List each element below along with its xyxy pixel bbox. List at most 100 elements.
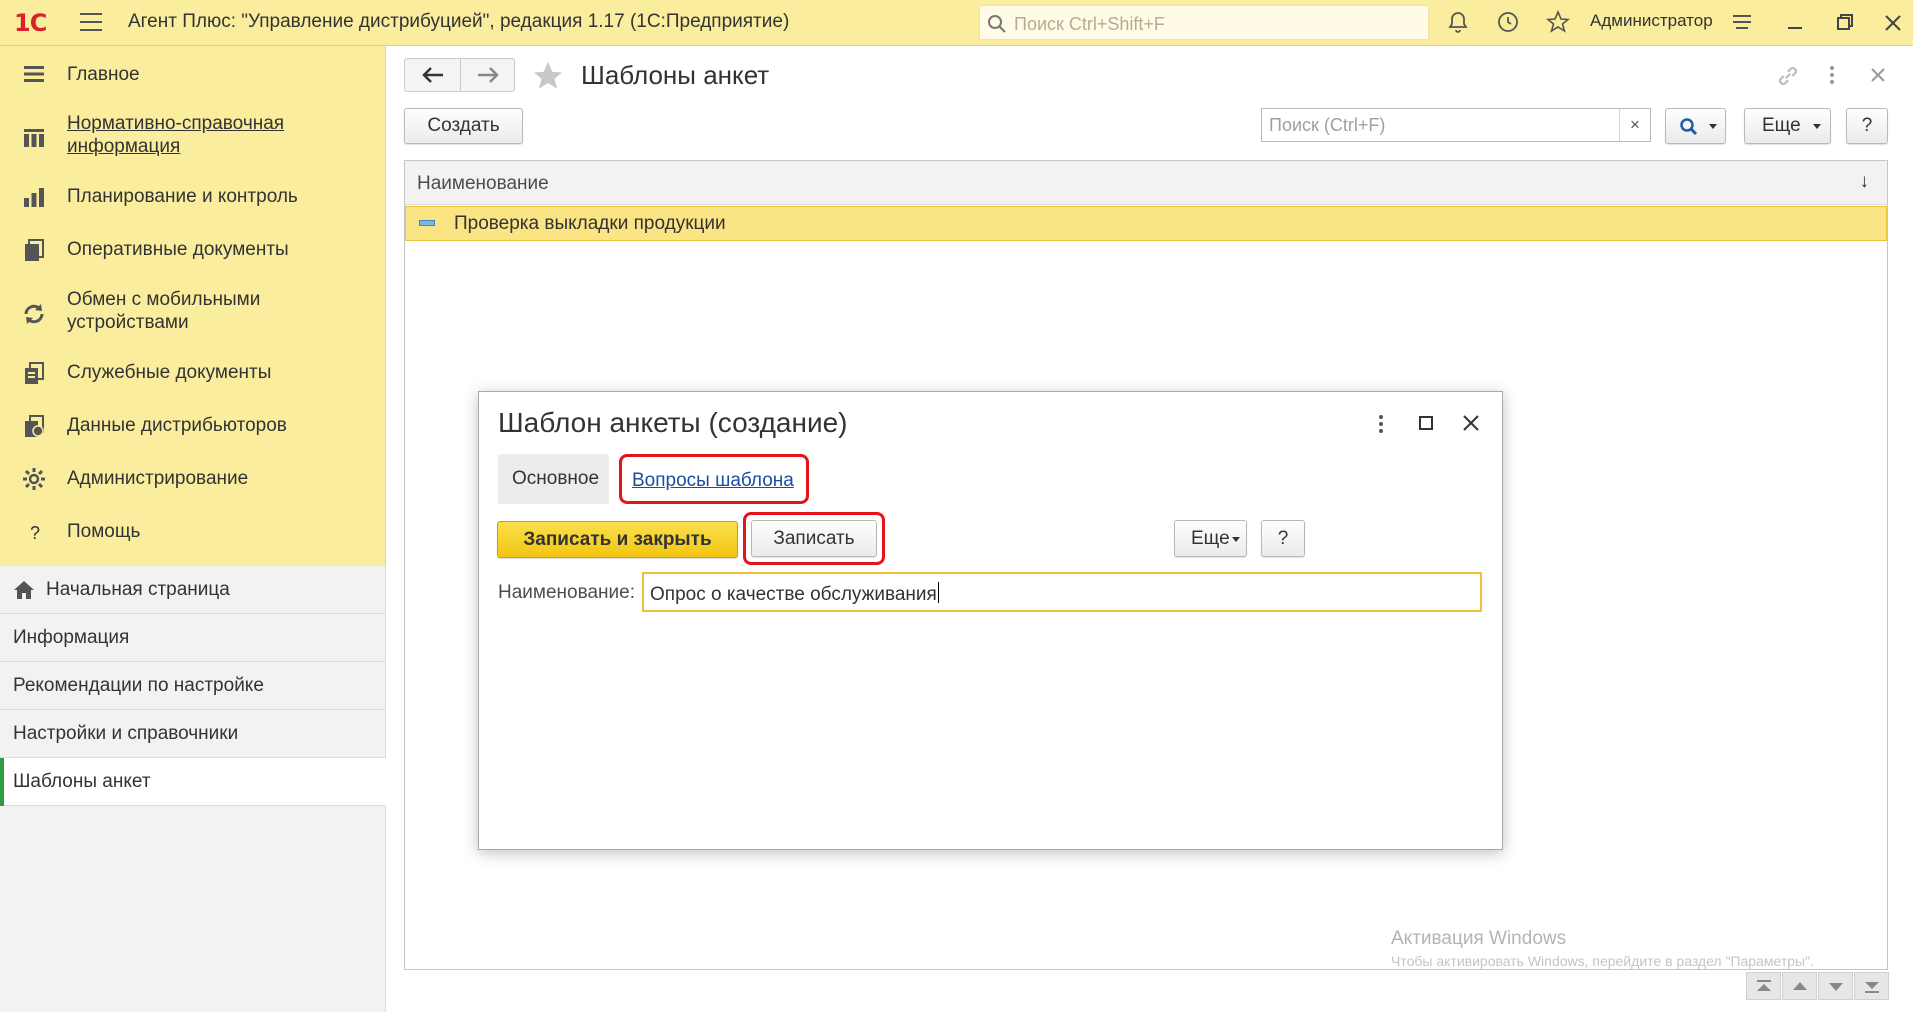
sync-icon [24,304,44,324]
forward-button[interactable] [461,59,516,91]
scroll-top-icon [1757,980,1771,991]
global-search-input[interactable]: Поиск Ctrl+Shift+F [979,5,1429,40]
name-value: Опрос о качестве обслуживания [650,584,937,605]
section-label: Помощь [67,521,141,542]
more-vert-icon[interactable] [1825,63,1839,87]
page-title: Шаблоны анкет [581,60,770,90]
chevron-down-icon [1709,124,1717,129]
scroll-bottom-button[interactable] [1854,972,1889,1000]
section-service-docs[interactable]: Служебные документы [0,358,386,388]
minimize-icon[interactable] [1785,10,1805,34]
close-icon[interactable] [1883,10,1903,34]
nav-label: Шаблоны анкет [13,771,151,792]
name-field[interactable]: Опрос о качестве обслуживания [642,572,1482,612]
restore-icon[interactable] [1835,10,1855,34]
more-vert-icon[interactable] [1374,412,1388,436]
settings-lines-icon[interactable] [1730,10,1754,34]
arrow-right-icon [478,67,499,83]
section-label: Оперативные документы [67,239,289,260]
nav-home-page[interactable]: Начальная страница [0,566,386,614]
section-help[interactable]: ? Помощь [0,517,386,547]
nav-setup-recommendations[interactable]: Рекомендации по настройке [0,662,386,710]
star-icon[interactable] [1546,10,1570,34]
more-label: Еще [1191,528,1230,549]
section-label: Служебные документы [67,362,272,383]
1c-logo[interactable]: 1С [14,9,47,37]
menu-icon[interactable] [80,13,102,31]
list-more-button[interactable]: Еще [1744,108,1831,144]
scroll-top-button[interactable] [1746,972,1781,1000]
close-icon[interactable] [1462,414,1480,432]
distributor-data-icon [25,415,44,437]
gear-icon [23,468,45,490]
section-reference-info[interactable]: Нормативно-справочная информация [0,112,386,162]
dialog-more-button[interactable]: Еще [1174,520,1247,557]
row-name: Проверка выкладки продукции [454,213,726,234]
survey-template-dialog: Шаблон анкеты (создание) Основное Вопрос… [478,391,1503,850]
nav-label: Рекомендации по настройке [13,675,264,696]
scroll-bottom-icon [1865,982,1879,993]
list-search-input[interactable]: Поиск (Ctrl+F) × [1261,108,1651,142]
dialog-title: Шаблон анкеты (создание) [498,407,848,438]
history-nav [404,58,515,92]
home-icon [14,581,34,599]
save-and-close-button[interactable]: Записать и закрыть [497,521,738,558]
scroll-buttons [1746,972,1890,1000]
tab-label: Основное [512,468,600,489]
tab-main[interactable]: Основное [498,454,609,504]
table-header[interactable]: Наименование ↓ [405,161,1887,205]
bar-chart-icon [24,188,44,207]
question-icon: ? [30,523,40,543]
tab-label: Вопросы шаблона [632,470,794,491]
nav-settings-catalogs[interactable]: Настройки и справочники [0,710,386,758]
sections-panel: Главное Нормативно-справочная информация… [0,46,386,566]
section-main[interactable]: Главное [0,60,386,90]
scroll-down-button[interactable] [1818,972,1853,1000]
save-button[interactable]: Записать [751,520,877,557]
section-label: Нормативно-справочная информация [67,113,285,157]
section-operational-docs[interactable]: Оперативные документы [0,235,386,265]
lines-icon [24,66,44,82]
list-help-button[interactable]: ? [1846,108,1888,144]
search-options-button[interactable] [1665,108,1726,144]
table-row[interactable]: Проверка выкладки продукции [405,206,1887,241]
section-label: Главное [67,64,140,85]
list-search-placeholder: Поиск (Ctrl+F) [1269,115,1386,135]
search-icon [988,15,1006,33]
bell-icon[interactable] [1446,10,1470,34]
clear-search-button[interactable]: × [1619,109,1650,141]
user-name[interactable]: Администратор [1590,11,1713,31]
grid-icon [24,129,44,147]
nav-survey-templates[interactable]: Шаблоны анкет [0,758,386,806]
nav-label: Начальная страница [46,579,230,600]
section-planning[interactable]: Планирование и контроль [0,182,386,212]
section-administration[interactable]: Администрирование [0,464,386,494]
link-icon[interactable] [1775,63,1801,89]
top-bar: 1С Агент Плюс: "Управление дистрибуцией"… [0,0,1913,46]
activation-watermark-title: Активация Windows [1391,928,1567,949]
scroll-up-icon [1793,982,1807,990]
scroll-down-icon [1829,983,1843,991]
service-docs-icon [25,362,44,384]
section-mobile-exchange[interactable]: Обмен с мобильными устройствами [0,288,386,338]
scroll-up-button[interactable] [1782,972,1817,1000]
back-button[interactable] [405,59,460,91]
chevron-down-icon [1813,124,1821,129]
tab-template-questions[interactable]: Вопросы шаблона [619,454,809,504]
favorite-star-icon[interactable] [530,59,566,93]
more-label: Еще [1762,115,1801,136]
nav-information[interactable]: Информация [0,614,386,662]
maximize-icon[interactable] [1417,414,1435,432]
section-distributor-data[interactable]: Данные дистрибьюторов [0,411,386,441]
history-icon[interactable] [1496,10,1520,34]
create-button[interactable]: Создать [404,108,523,144]
global-search-placeholder: Поиск Ctrl+Shift+F [1014,14,1165,34]
chevron-down-icon [1232,537,1240,542]
section-label: Данные дистрибьюторов [67,415,287,436]
activation-watermark-text: Чтобы активировать Windows, перейдите в … [1391,953,1814,969]
dialog-help-button[interactable]: ? [1261,520,1305,557]
window-close-icon[interactable] [1868,65,1888,85]
sort-down-icon[interactable]: ↓ [1860,171,1870,193]
nav-label: Настройки и справочники [13,723,239,744]
arrow-left-icon [422,67,443,83]
